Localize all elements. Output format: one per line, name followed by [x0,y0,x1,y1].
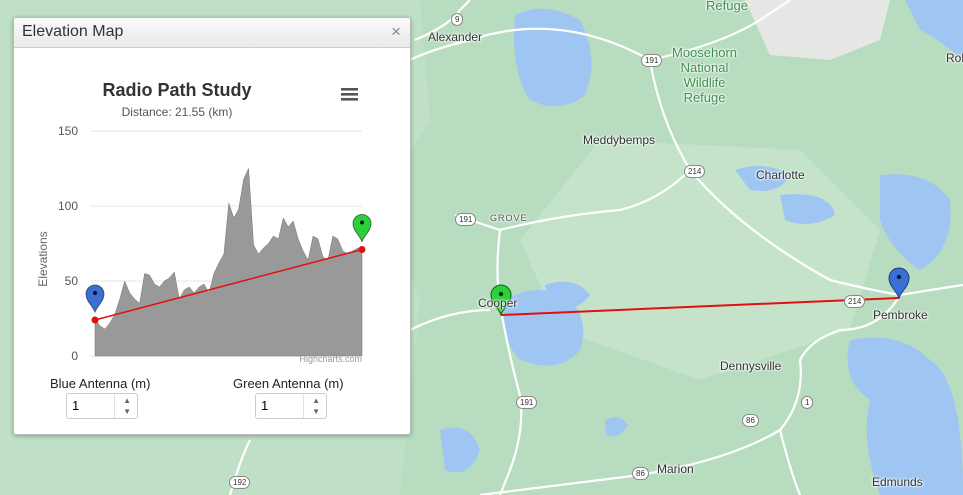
blue-marker-icon [85,284,105,314]
place-label: Rol [946,51,963,65]
stepper-arrows[interactable]: ▲ ▼ [303,394,326,418]
marker-dot [360,220,364,225]
green-antenna-input[interactable] [261,398,301,413]
blue-antenna-label: Blue Antenna (m) [50,376,151,391]
green-antenna-label: Green Antenna (m) [233,376,344,391]
stepper-arrows[interactable]: ▲ ▼ [114,394,137,418]
green-antenna-stepper[interactable]: ▲ ▼ [255,393,327,419]
chart-menu-button[interactable] [341,88,358,101]
green-marker-icon [352,214,372,243]
decrement-icon[interactable]: ▼ [123,407,131,416]
place-label: Refuge [706,0,748,13]
marker-pin [352,214,372,243]
place-label: Meddybemps [583,133,656,147]
route-shield: 192 [229,476,251,489]
y-axis-title: Elevations [36,231,50,286]
decrement-icon[interactable]: ▼ [312,407,320,416]
hamburger-menu-icon-bar [341,88,358,91]
y-tick-label: 100 [58,199,78,213]
path-endpoint [358,246,366,253]
chart-credit: Highcharts.com [299,354,362,364]
hamburger-menu-icon-bar [341,98,358,101]
y-axis: 0 50 100 150 [58,124,78,363]
y-tick-label: 0 [71,349,78,363]
place-label: Alexander [428,30,483,44]
panel-header: Elevation Map × [14,18,410,48]
hamburger-menu-icon-bar [341,93,358,96]
elevation-chart: Radio Path Study Distance: 21.55 (km) 0 5… [36,80,372,364]
route-shield: 191 [455,213,477,226]
route-shield: 86 [632,467,649,480]
chart-title: Radio Path Study [102,80,251,100]
place-label: Cooper [478,296,518,310]
place-label: GROVE [490,213,528,223]
chart-series [85,168,372,357]
panel-title: Elevation Map [22,23,124,40]
route-shield: 214 [684,165,706,178]
elevation-panel: Elevation Map × Radio Path Study Distanc… [13,17,411,435]
lake [514,8,592,107]
y-tick-label: 150 [58,124,78,138]
place-label: Marion [657,462,694,476]
route-shield: 191 [641,54,663,67]
elevation-area [94,168,363,357]
y-tick-label: 50 [65,274,79,288]
place-label: Edmunds [872,475,923,489]
close-icon[interactable]: × [391,22,401,42]
blue-antenna-stepper[interactable]: ▲ ▼ [66,393,138,419]
marker-dot [93,291,97,295]
blue-antenna-input[interactable] [72,398,112,413]
path-endpoint [91,316,99,324]
place-label: Charlotte [756,168,805,182]
increment-icon[interactable]: ▲ [123,396,131,405]
route-shield: 86 [742,414,759,427]
chart-subtitle: Distance: 21.55 (km) [122,105,233,119]
place-label: Pembroke [873,308,928,322]
route-shield: 191 [516,396,538,409]
refuge-label: Moosehorn National Wildlife Refuge [672,45,738,105]
route-shield: 214 [844,295,866,308]
increment-icon[interactable]: ▲ [312,396,320,405]
marker-pin [85,284,105,314]
place-label: Dennysville [720,359,782,373]
